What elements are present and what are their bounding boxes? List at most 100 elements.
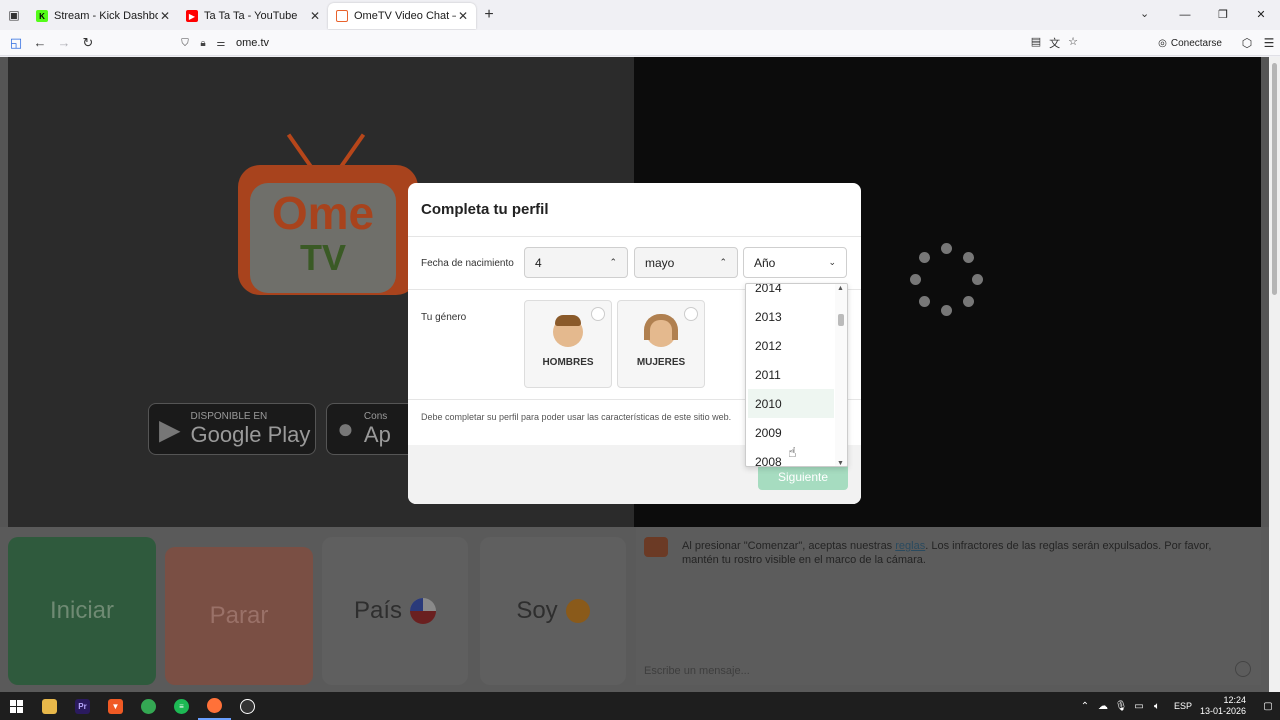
woman-avatar-icon	[644, 314, 678, 347]
tv-icon	[644, 537, 668, 557]
spotify-icon[interactable]: ≡	[165, 692, 198, 720]
scroll-thumb[interactable]	[838, 314, 844, 326]
tab-close-icon[interactable]: ✕	[456, 9, 470, 23]
obs-icon[interactable]	[231, 692, 264, 720]
notifications-icon[interactable]: ▢	[1256, 701, 1280, 712]
windows-start-icon[interactable]	[0, 692, 33, 720]
tab-youtube[interactable]: ▶ Ta Ta Ta - YouTube ✕	[178, 3, 328, 29]
chevron-down-icon[interactable]: ⌄	[1140, 7, 1149, 20]
tab-title: OmeTV Video Chat — Omegle	[354, 10, 456, 22]
window-controls: — ❐ ✕	[1166, 0, 1280, 30]
volume-icon[interactable]: 🔈︎	[1148, 701, 1166, 712]
restore-icon[interactable]: ❐	[1204, 0, 1242, 30]
year-dropdown-list[interactable]: 2014 2013 2012 2011 2010 2009 2008 ▲ ▼	[745, 283, 848, 467]
gender-option-men[interactable]: HOMBRES	[524, 300, 612, 388]
stop-button[interactable]: Parar	[165, 547, 313, 685]
profile-note: Debe completar su perfil para poder usar…	[421, 412, 732, 422]
sidebar-icon[interactable]: ◱	[4, 35, 28, 51]
file-explorer-icon[interactable]	[33, 692, 66, 720]
radio-button[interactable]	[591, 307, 605, 321]
year-option[interactable]: 2014	[748, 284, 834, 302]
message-input[interactable]: Escribe un mensaje...	[644, 665, 750, 677]
year-option[interactable]: 2011	[748, 360, 834, 389]
month-select[interactable]: mayo ⌃	[634, 247, 738, 278]
chevron-down-icon: ⌄	[828, 257, 836, 267]
start-button[interactable]: Iniciar	[8, 537, 156, 685]
scroll-up-icon[interactable]: ▲	[837, 285, 844, 292]
account-button[interactable]: ◎ Conectarse	[1158, 38, 1222, 49]
permissions-icon[interactable]: ⚌	[212, 38, 230, 49]
radio-button[interactable]	[684, 307, 698, 321]
birth-date-label: Fecha de nacimiento	[421, 258, 514, 269]
rules-notice: Al presionar "Comenzar", aceptas nuestra…	[682, 539, 1221, 567]
gender-option-women[interactable]: MUJERES	[617, 300, 705, 388]
modal-title: Completa tu perfil	[421, 201, 549, 218]
chevron-up-icon[interactable]: ⌃	[1076, 701, 1094, 712]
page-scrollbar[interactable]	[1269, 57, 1280, 692]
nav-bar: ◱ ← → ↻ ⛉ 🔒︎ ⚌ ome.tv ▤ 文 ☆ ◎ Conectarse …	[0, 30, 1280, 56]
man-avatar-icon	[553, 315, 583, 347]
onedrive-icon[interactable]: ☁	[1094, 701, 1112, 712]
store-big-text: Ap	[363, 422, 391, 447]
shield-icon[interactable]: ⛉	[176, 38, 194, 49]
clock-time: 12:24	[1223, 695, 1246, 705]
next-button[interactable]: Siguiente	[758, 463, 848, 490]
tab-ometv[interactable]: OmeTV Video Chat — Omegle ✕	[328, 3, 476, 29]
close-window-icon[interactable]: ✕	[1242, 0, 1280, 30]
chile-flag-icon	[410, 598, 437, 624]
extensions-icon[interactable]: ⬡	[1236, 36, 1258, 50]
loading-spinner-icon	[910, 243, 984, 317]
firefox-icon[interactable]	[198, 692, 231, 720]
gender-button[interactable]: Soy	[480, 537, 626, 685]
ometv-favicon-icon	[336, 10, 348, 22]
year-select[interactable]: Año ⌄	[743, 247, 847, 278]
forward-icon[interactable]: →	[52, 35, 76, 50]
clock-date: 13-01-2026	[1199, 706, 1246, 716]
network-icon[interactable]: ▭	[1130, 701, 1148, 712]
logo-antenna	[338, 133, 366, 169]
clock[interactable]: 12:24 13-01-2026	[1200, 695, 1246, 717]
bookmark-star-icon[interactable]: ☆	[1068, 35, 1078, 51]
apple-icon: ●	[337, 413, 354, 444]
translate-icon[interactable]: 文	[1049, 35, 1060, 51]
menu-icon[interactable]: ☰	[1258, 36, 1280, 50]
country-button[interactable]: País	[322, 537, 468, 685]
logo-screen: Ome TV	[250, 183, 396, 293]
tab-close-icon[interactable]: ✕	[308, 9, 322, 23]
tab-list-icon[interactable]: ▣	[0, 0, 28, 30]
microphone-icon[interactable]: 🎙︎	[1112, 701, 1130, 712]
tab-close-icon[interactable]: ✕	[158, 9, 172, 23]
play-store-icon: ▶	[159, 413, 181, 445]
year-option[interactable]: 2009	[748, 418, 834, 447]
hand-cursor-icon: ☝	[788, 444, 797, 460]
scroll-down-icon[interactable]: ▼	[837, 460, 844, 466]
tab-kick[interactable]: K Stream - Kick Dashboard ✕	[28, 3, 178, 29]
url-text[interactable]: ome.tv	[236, 37, 269, 49]
rules-link[interactable]: reglas	[895, 540, 925, 552]
tab-title: Stream - Kick Dashboard	[54, 10, 158, 22]
lock-icon[interactable]: 🔒︎	[194, 38, 212, 49]
language-indicator[interactable]: ESP	[1174, 701, 1192, 711]
month-value: mayo	[645, 255, 675, 270]
gender-label: Tu género	[421, 312, 467, 323]
control-panel: Iniciar Parar País Soy Al presionar "Com…	[0, 527, 1269, 692]
kick-favicon-icon: K	[36, 10, 48, 22]
year-option-hovered[interactable]: 2010	[748, 389, 834, 418]
emoji-icon[interactable]	[1235, 661, 1251, 677]
reader-icon[interactable]: ▤	[1031, 35, 1041, 51]
brave-icon[interactable]: ▼	[99, 692, 132, 720]
back-icon[interactable]: ←	[28, 35, 52, 50]
dropdown-scrollbar[interactable]: ▲ ▼	[835, 284, 847, 466]
new-tab-icon[interactable]: +	[476, 6, 502, 24]
year-option[interactable]: 2012	[748, 331, 834, 360]
chrome-icon[interactable]	[132, 692, 165, 720]
rules-text-start: Al presionar "Comenzar", aceptas nuestra…	[682, 540, 896, 552]
day-select[interactable]: 4 ⌃	[524, 247, 628, 278]
boy-face-icon	[565, 599, 590, 623]
url-bar[interactable]: ⛉ 🔒︎ ⚌ ome.tv ▤ 文 ☆	[176, 33, 1086, 53]
premiere-icon[interactable]: Pr	[66, 692, 99, 720]
reload-icon[interactable]: ↻	[76, 35, 100, 51]
year-option[interactable]: 2013	[748, 302, 834, 331]
minimize-icon[interactable]: —	[1166, 0, 1204, 30]
google-play-badge[interactable]: ▶ DISPONIBLE EN Google Play	[148, 403, 316, 455]
